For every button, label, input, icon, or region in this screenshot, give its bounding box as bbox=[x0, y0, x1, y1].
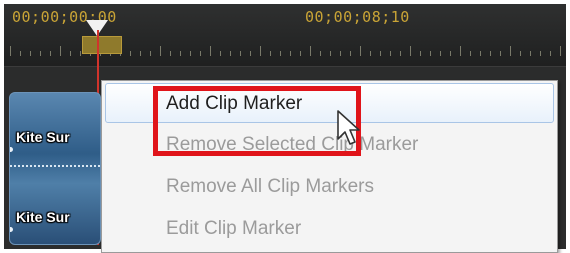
screenshot-stage: 00;00;00;00 00;00;08;10 Kite Sur Kite Su… bbox=[0, 0, 570, 253]
ruler-tick bbox=[220, 51, 221, 56]
ruler-tick bbox=[50, 51, 51, 56]
ruler-tick bbox=[310, 46, 311, 56]
ruler-tick bbox=[330, 51, 331, 56]
ruler-tick bbox=[150, 51, 151, 56]
ruler-tick bbox=[290, 51, 291, 56]
ruler-tick bbox=[340, 51, 341, 56]
ruler-tick bbox=[300, 51, 301, 56]
ruler-tick bbox=[450, 51, 451, 56]
menu-item-remove-all-clip-markers[interactable]: Remove All Clip Markers bbox=[102, 167, 557, 207]
ruler-tick bbox=[260, 46, 261, 56]
ruler-tick bbox=[490, 51, 491, 56]
ruler-tick bbox=[180, 51, 181, 56]
ruler-tick bbox=[130, 51, 131, 56]
ruler-tick bbox=[30, 51, 31, 56]
video-clip[interactable]: Kite Sur Kite Sur bbox=[9, 92, 101, 245]
ruler-tick bbox=[60, 46, 61, 56]
ruler-tick bbox=[230, 51, 231, 56]
ruler-tick bbox=[270, 51, 271, 56]
clip-handle-dot bbox=[10, 227, 13, 232]
ruler-tick bbox=[10, 46, 11, 56]
annotation-highlight-box bbox=[153, 86, 361, 156]
ruler-tick bbox=[530, 51, 531, 56]
timecode-mid: 00;00;08;10 bbox=[305, 8, 410, 26]
clip-title-bottom: Kite Sur bbox=[16, 209, 70, 225]
ruler-tick bbox=[470, 51, 471, 56]
ruler-tick bbox=[70, 51, 71, 56]
ruler-tick bbox=[560, 46, 561, 56]
ruler-tick bbox=[200, 51, 201, 56]
clip-handle-dot bbox=[10, 147, 13, 152]
mouse-pointer-icon bbox=[337, 110, 360, 145]
ruler-tick bbox=[160, 46, 161, 56]
ruler-tick bbox=[80, 51, 81, 56]
ruler-tick bbox=[320, 51, 321, 56]
ruler-tick bbox=[140, 51, 141, 56]
ruler-tick bbox=[370, 51, 371, 56]
clip-marker-slot[interactable] bbox=[82, 36, 122, 54]
clip-title-top: Kite Sur bbox=[16, 129, 70, 145]
ruler-tick bbox=[390, 51, 391, 56]
ruler-tick bbox=[500, 51, 501, 56]
ruler-tick bbox=[170, 51, 171, 56]
ruler-tick bbox=[280, 51, 281, 56]
ruler-tick bbox=[520, 51, 521, 56]
ruler-tick bbox=[410, 46, 411, 56]
ruler-tick bbox=[190, 51, 191, 56]
ruler-tick bbox=[400, 51, 401, 56]
clip-divider bbox=[10, 165, 100, 169]
ruler-tick bbox=[510, 46, 511, 56]
ruler-tick bbox=[240, 51, 241, 56]
ruler-tick bbox=[420, 51, 421, 56]
ruler-tick bbox=[440, 51, 441, 56]
menu-item-edit-clip-marker[interactable]: Edit Clip Marker bbox=[102, 209, 557, 249]
ruler-tick bbox=[40, 51, 41, 56]
ruler-tick bbox=[20, 51, 21, 56]
ruler-tick bbox=[350, 51, 351, 56]
ruler-tick bbox=[210, 46, 211, 56]
ruler-tick bbox=[430, 51, 431, 56]
ruler-tick bbox=[250, 51, 251, 56]
ruler-tick bbox=[460, 46, 461, 56]
ruler-tick bbox=[380, 51, 381, 56]
ruler-tick bbox=[550, 51, 551, 56]
ruler-tick bbox=[480, 51, 481, 56]
ruler-tick bbox=[360, 46, 361, 56]
ruler-tick bbox=[540, 51, 541, 56]
